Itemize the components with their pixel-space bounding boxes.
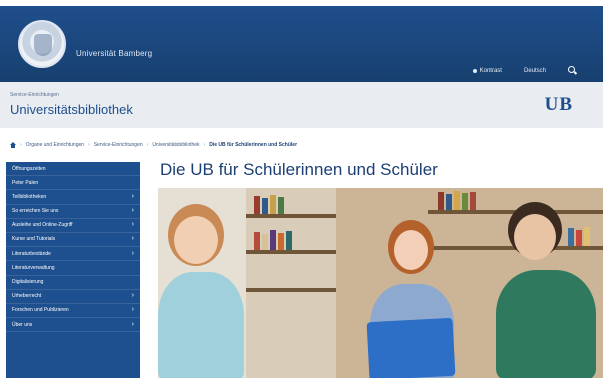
subheader-category: Service-Einrichtungen <box>10 92 59 98</box>
chevron-right-icon: › <box>131 306 134 314</box>
sidebar-item-ueber-uns[interactable]: Über uns › <box>6 318 140 333</box>
sidebar-item-ausleihe[interactable]: Ausleihe und Online-Zugriff › <box>6 219 140 233</box>
sidebar-item-forschen[interactable]: Forschen und Publizieren › <box>6 304 140 319</box>
breadcrumb-item[interactable]: Organe und Einrichtungen <box>26 142 84 148</box>
sidebar-item-urheberrecht[interactable]: Urheberrecht › <box>6 290 140 304</box>
top-header: Universität Bamberg Kontrast Deutsch <box>0 6 603 82</box>
sidebar-nav: Öffnungszeiten Peter Palen Teilbibliothe… <box>6 162 140 378</box>
page-title: Die UB für Schülerinnen und Schüler <box>160 160 438 179</box>
sidebar-item-literaturbestaende[interactable]: Literaturbestände › <box>6 247 140 262</box>
chevron-right-icon: › <box>131 235 134 243</box>
chevron-right-icon: › <box>131 192 134 200</box>
library-subheader: Service-Einrichtungen Universitätsbiblio… <box>0 82 603 128</box>
home-icon[interactable] <box>10 142 16 148</box>
sidebar-item-literaturverwaltung[interactable]: Literaturverwaltung <box>6 261 140 276</box>
sidebar-item-peter-palen[interactable]: Peter Palen <box>6 176 140 191</box>
sidebar-item-teilbibliotheken[interactable]: Teilbibliotheken › <box>6 190 140 205</box>
kontrast-label: Kontrast <box>479 67 502 74</box>
breadcrumb-item[interactable]: Universitätsbibliothek <box>152 142 199 148</box>
breadcrumb-item[interactable]: Service-Einrichtungen <box>94 142 143 148</box>
sidebar-item-kurse[interactable]: Kurse und Tutorials › <box>6 233 140 248</box>
search-icon[interactable] <box>568 66 577 75</box>
chevron-right-icon: › <box>131 292 134 300</box>
contrast-icon <box>472 68 477 73</box>
sidebar-item-oeffnungszeiten[interactable]: Öffnungszeiten <box>6 162 140 177</box>
top-nav: Kontrast Deutsch <box>472 66 577 75</box>
language-switch[interactable]: Deutsch <box>524 68 546 74</box>
university-name[interactable]: Universität Bamberg <box>76 49 152 58</box>
chevron-right-icon: › <box>131 221 134 229</box>
sidebar-item-so-erreichen[interactable]: So erreichen Sie uns › <box>6 205 140 219</box>
chevron-right-icon: › <box>131 320 134 328</box>
chevron-right-icon: › <box>131 207 134 215</box>
kontrast-toggle[interactable]: Kontrast <box>472 67 502 74</box>
breadcrumb-current: Die UB für Schülerinnen und Schüler <box>209 142 298 148</box>
ub-logo[interactable]: UB <box>545 94 573 116</box>
sidebar-item-digitalisierung[interactable]: Digitalisierung <box>6 276 140 290</box>
university-seal-logo[interactable] <box>18 20 66 68</box>
breadcrumb: › Organe und Einrichtungen › Service-Ein… <box>10 140 297 150</box>
chevron-right-icon: › <box>131 249 134 257</box>
hero-photo-students-in-library <box>158 188 603 378</box>
subheader-title[interactable]: Universitätsbibliothek <box>10 102 133 117</box>
